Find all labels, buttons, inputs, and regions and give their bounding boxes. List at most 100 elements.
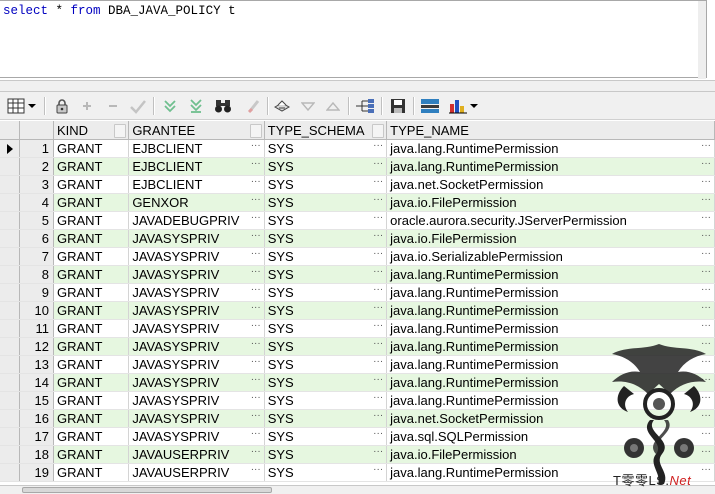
cell-grantee[interactable]: JAVASYSPRIV ···	[128, 373, 265, 392]
table-row[interactable]: 9 GRANT JAVASYSPRIV ··· SYS ··· java.lang.Runt…	[0, 283, 715, 302]
cell-type-schema[interactable]: SYS ···	[264, 445, 388, 464]
cell-editor-button[interactable]: ···	[701, 176, 711, 187]
column-header-grantee[interactable]: GRANTEE	[128, 121, 265, 140]
row-indicator[interactable]	[0, 373, 21, 392]
cell-editor-button[interactable]: ···	[701, 302, 711, 313]
cell-editor-button[interactable]: ···	[701, 248, 711, 259]
cell-grantee[interactable]: JAVASYSPRIV ···	[128, 301, 265, 320]
export-icon[interactable]	[420, 96, 440, 116]
cell-kind[interactable]: GRANT	[53, 157, 130, 176]
table-row[interactable]: 8 GRANT JAVASYSPRIV ··· SYS ··· java.lang.Runt…	[0, 265, 715, 284]
chart-dropdown-icon[interactable]	[468, 96, 480, 116]
cell-editor-button[interactable]: ···	[251, 446, 261, 457]
cell-type-schema[interactable]: SYS ···	[264, 193, 388, 212]
cell-type-schema[interactable]: SYS ···	[264, 337, 388, 356]
cell-type-name[interactable]: java.io.FilePermission ···	[386, 229, 715, 248]
cell-type-schema[interactable]: SYS ···	[264, 319, 388, 338]
cell-editor-button[interactable]: ···	[373, 194, 383, 205]
cell-grantee[interactable]: JAVASYSPRIV ···	[128, 283, 265, 302]
cell-editor-button[interactable]: ···	[251, 374, 261, 385]
cell-editor-button[interactable]: ···	[251, 194, 261, 205]
cell-editor-button[interactable]: ···	[373, 374, 383, 385]
cell-editor-button[interactable]: ···	[373, 356, 383, 367]
cell-grantee[interactable]: JAVADEBUGPRIV ···	[128, 211, 265, 230]
column-filter-button[interactable]	[372, 124, 385, 138]
cell-kind[interactable]: GRANT	[53, 409, 130, 428]
fetch-last-icon[interactable]	[186, 96, 206, 116]
row-indicator[interactable]	[0, 319, 21, 338]
cell-type-schema[interactable]: SYS ···	[264, 463, 388, 482]
cell-editor-button[interactable]: ···	[701, 266, 711, 277]
column-header-kind[interactable]: KIND	[53, 121, 130, 140]
scrollbar-thumb[interactable]	[22, 487, 272, 493]
cell-grantee[interactable]: EJBCLIENT ···	[128, 175, 265, 194]
cell-kind[interactable]: GRANT	[53, 283, 130, 302]
cell-grantee[interactable]: GENXOR ···	[128, 193, 265, 212]
cell-type-schema[interactable]: SYS ···	[264, 265, 388, 284]
cell-editor-button[interactable]: ···	[373, 302, 383, 313]
cell-editor-button[interactable]: ···	[373, 284, 383, 295]
cell-kind[interactable]: GRANT	[53, 229, 130, 248]
tree-icon[interactable]	[355, 96, 375, 116]
cell-type-schema[interactable]: SYS ···	[264, 427, 388, 446]
pane-splitter[interactable]	[0, 80, 715, 92]
cell-type-schema[interactable]: SYS ···	[264, 301, 388, 320]
cell-editor-button[interactable]: ···	[251, 176, 261, 187]
cell-kind[interactable]: GRANT	[53, 337, 130, 356]
sql-editor[interactable]: select * from DBA_JAVA_POLICY t	[0, 0, 707, 79]
cell-kind[interactable]: GRANT	[53, 463, 130, 482]
cell-editor-button[interactable]: ···	[373, 446, 383, 457]
cell-kind[interactable]: GRANT	[53, 373, 130, 392]
cell-editor-button[interactable]: ···	[701, 194, 711, 205]
cell-kind[interactable]: GRANT	[53, 193, 130, 212]
row-indicator[interactable]	[0, 409, 21, 428]
cell-editor-button[interactable]: ···	[251, 212, 261, 223]
cell-grantee[interactable]: JAVASYSPRIV ···	[128, 247, 265, 266]
cell-kind[interactable]: GRANT	[53, 319, 130, 338]
find-icon[interactable]	[213, 96, 233, 116]
cell-type-schema[interactable]: SYS ···	[264, 391, 388, 410]
cell-type-name[interactable]: java.lang.RuntimePermission ···	[386, 301, 715, 320]
cell-editor-button[interactable]: ···	[251, 284, 261, 295]
table-row[interactable]: 5 GRANT JAVADEBUGPRIV ··· SYS ··· oracle.auror…	[0, 211, 715, 230]
cell-grantee[interactable]: JAVASYSPRIV ···	[128, 355, 265, 374]
cell-grantee[interactable]: JAVASYSPRIV ···	[128, 409, 265, 428]
row-indicator[interactable]	[0, 157, 21, 176]
cell-type-schema[interactable]: SYS ···	[264, 229, 388, 248]
cell-editor-button[interactable]: ···	[251, 266, 261, 277]
cell-grantee[interactable]: JAVASYSPRIV ···	[128, 319, 265, 338]
row-indicator[interactable]	[0, 211, 21, 230]
cell-type-schema[interactable]: SYS ···	[264, 373, 388, 392]
cell-editor-button[interactable]: ···	[701, 320, 711, 331]
cell-editor-button[interactable]: ···	[251, 140, 261, 151]
cell-type-schema[interactable]: SYS ···	[264, 157, 388, 176]
row-indicator[interactable]	[0, 301, 21, 320]
column-filter-button[interactable]	[249, 124, 262, 138]
cell-editor-button[interactable]: ···	[373, 212, 383, 223]
row-indicator[interactable]	[0, 391, 21, 410]
cell-kind[interactable]: GRANT	[53, 139, 130, 158]
post-changes-icon[interactable]	[128, 96, 148, 116]
table-row[interactable]: 2 GRANT EJBCLIENT ··· SYS ··· java.lang.Runtim…	[0, 157, 715, 176]
row-indicator[interactable]	[0, 283, 21, 302]
cell-grantee[interactable]: JAVASYSPRIV ···	[128, 391, 265, 410]
cell-type-schema[interactable]: SYS ···	[264, 283, 388, 302]
add-record-icon[interactable]	[77, 96, 97, 116]
editor-scrollbar[interactable]	[698, 1, 706, 79]
cell-type-schema[interactable]: SYS ···	[264, 175, 388, 194]
cell-grantee[interactable]: JAVASYSPRIV ···	[128, 265, 265, 284]
cell-editor-button[interactable]: ···	[251, 392, 261, 403]
fetch-next-icon[interactable]	[160, 96, 180, 116]
column-header-type-schema[interactable]: TYPE_SCHEMA	[264, 121, 388, 140]
cell-kind[interactable]: GRANT	[53, 355, 130, 374]
sort-asc-icon[interactable]	[323, 96, 343, 116]
table-row[interactable]: 1 GRANT EJBCLIENT ··· SYS ··· java.lang.Runtim…	[0, 139, 715, 158]
cell-kind[interactable]: GRANT	[53, 175, 130, 194]
cell-editor-button[interactable]: ···	[251, 410, 261, 421]
cell-type-name[interactable]: java.lang.RuntimePermission ···	[386, 265, 715, 284]
cell-editor-button[interactable]: ···	[373, 428, 383, 439]
cell-editor-button[interactable]: ···	[251, 302, 261, 313]
cell-editor-button[interactable]: ···	[373, 464, 383, 475]
lock-icon[interactable]	[52, 96, 72, 116]
cell-type-name[interactable]: java.net.SocketPermission ···	[386, 175, 715, 194]
